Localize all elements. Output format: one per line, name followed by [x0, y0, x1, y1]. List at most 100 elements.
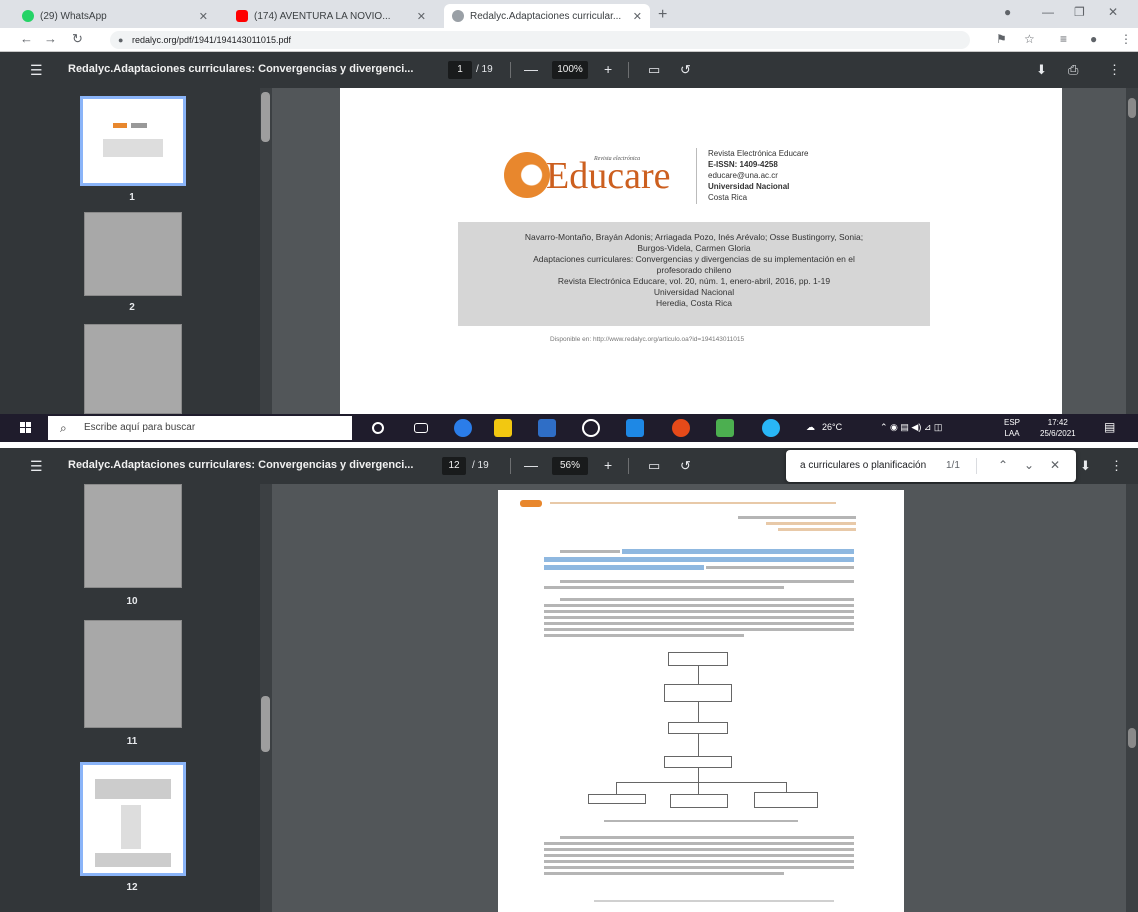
- figure-box: [668, 722, 728, 734]
- back-icon[interactable]: ←: [20, 31, 33, 46]
- viewer-scrollbar[interactable]: [1126, 484, 1138, 912]
- zoom-input[interactable]: 100%: [552, 61, 588, 79]
- zoom-in-button[interactable]: +: [604, 61, 612, 77]
- skype-icon[interactable]: [762, 419, 780, 437]
- language-indicator[interactable]: ESP LAA: [1004, 417, 1020, 439]
- fit-page-icon[interactable]: ▭: [648, 458, 660, 474]
- sidebar-scrollbar[interactable]: [260, 88, 272, 414]
- sidebar-scroll-thumb[interactable]: [261, 92, 270, 142]
- zoom-input[interactable]: 56%: [552, 457, 588, 475]
- tab-whatsapp[interactable]: (29) WhatsApp ✕: [14, 4, 216, 28]
- more-options-icon[interactable]: ⋮: [1108, 62, 1121, 78]
- edge-icon[interactable]: [454, 419, 472, 437]
- menu-icon[interactable]: ☰: [30, 62, 43, 79]
- thumbnail-page-2[interactable]: [84, 212, 182, 296]
- print-icon[interactable]: ⎙: [1068, 62, 1078, 78]
- taskbar-search-input[interactable]: ⌕ Escribe aquí para buscar: [48, 416, 352, 440]
- profile-dot-icon[interactable]: ●: [1004, 5, 1011, 19]
- minimize-icon[interactable]: —: [1042, 5, 1054, 19]
- zoom-in-button[interactable]: +: [604, 457, 612, 473]
- pdf-page-12: [498, 490, 904, 912]
- word-icon[interactable]: [626, 419, 644, 437]
- search-highlight: [544, 557, 854, 562]
- more-icon[interactable]: ⋮: [1120, 32, 1132, 46]
- close-icon[interactable]: ✕: [193, 10, 208, 23]
- redalyc-icon: [452, 10, 464, 22]
- system-tray-icons[interactable]: ⌃ ◉ ▤ ◀) ⊿ ◫: [880, 422, 942, 433]
- lock-icon: ●: [118, 35, 124, 45]
- thumbnail-page-12[interactable]: [80, 762, 186, 876]
- page-number-input[interactable]: 12: [442, 457, 466, 475]
- thumbnail-number: 11: [126, 736, 138, 747]
- tab-label: (174) AVENTURA LA NOVIO...: [254, 10, 391, 22]
- taskbar-search-placeholder: Escribe aquí para buscar: [84, 422, 196, 433]
- star-icon[interactable]: ☆: [1024, 32, 1035, 46]
- tab-redalyc[interactable]: Redalyc.Adaptaciones curricular... ✕: [444, 4, 650, 28]
- find-bar: a curriculares o planificación 1/1 ⌃ ⌄ ✕: [786, 450, 1076, 482]
- clock[interactable]: 17:42 25/6/2021: [1040, 417, 1076, 439]
- sidebar-scrollbar[interactable]: [260, 484, 272, 912]
- task-view-icon[interactable]: [414, 423, 428, 433]
- dropbox-icon[interactable]: [538, 419, 556, 437]
- download-icon[interactable]: ⬇: [1036, 62, 1047, 78]
- toolbar-divider: [628, 458, 629, 474]
- translate-icon[interactable]: ⚑: [996, 32, 1007, 46]
- figure-box: [670, 794, 728, 808]
- logo-wordmark: Educare: [546, 155, 671, 197]
- search-highlight: [544, 565, 704, 570]
- find-next-icon[interactable]: ⌄: [1024, 458, 1034, 472]
- file-explorer-icon[interactable]: [494, 419, 512, 437]
- thumbnail-page-11[interactable]: [84, 620, 182, 728]
- pdf-viewport[interactable]: Revista electrónica Educare Revista Elec…: [272, 88, 1138, 414]
- close-icon[interactable]: ✕: [627, 10, 642, 23]
- thumbnail-page-10[interactable]: [84, 484, 182, 588]
- office-icon[interactable]: [672, 419, 690, 437]
- journal-country: Costa Rica: [708, 193, 748, 202]
- page-number-input[interactable]: 1: [448, 61, 472, 79]
- chrome-icon[interactable]: [582, 419, 600, 437]
- whatsapp-icon: [22, 10, 34, 22]
- rotate-icon[interactable]: ↺: [680, 458, 691, 474]
- viewer-scrollbar[interactable]: [1126, 88, 1138, 414]
- zoom-out-button[interactable]: —: [524, 457, 538, 473]
- url-input[interactable]: ● redalyc.org/pdf/1941/194143011015.pdf: [110, 31, 970, 49]
- viewer-scroll-thumb[interactable]: [1128, 728, 1136, 748]
- windows-taskbar: ⌕ Escribe aquí para buscar ☁ 26°C ⌃ ◉ ▤ …: [0, 414, 1138, 442]
- fit-page-icon[interactable]: ▭: [648, 62, 660, 78]
- thumbnail-page-1[interactable]: [80, 96, 186, 186]
- clock-time: 17:42: [1047, 418, 1068, 427]
- rotate-icon[interactable]: ↺: [680, 62, 691, 78]
- youtube-icon: [236, 10, 248, 22]
- pdf-title: Redalyc.Adaptaciones curriculares: Conve…: [68, 63, 414, 75]
- pdf-viewport[interactable]: [272, 484, 1138, 912]
- viewer-scroll-thumb[interactable]: [1128, 98, 1136, 118]
- weather-icon[interactable]: ☁: [806, 422, 815, 433]
- close-icon[interactable]: ✕: [411, 10, 426, 23]
- weather-temp[interactable]: 26°C: [822, 422, 842, 432]
- forward-icon[interactable]: →: [44, 31, 57, 46]
- find-divider: [976, 458, 977, 474]
- windows-start-icon[interactable]: [20, 422, 32, 434]
- tab-youtube[interactable]: (174) AVENTURA LA NOVIO... ✕: [228, 4, 434, 28]
- reload-icon[interactable]: ↻: [72, 31, 83, 47]
- zoom-out-button[interactable]: —: [524, 61, 538, 77]
- profile-avatar-icon[interactable]: ●: [1090, 32, 1097, 46]
- cortana-icon[interactable]: [372, 422, 384, 434]
- find-input[interactable]: a curriculares o planificación: [800, 460, 926, 471]
- find-close-icon[interactable]: ✕: [1050, 458, 1060, 472]
- more-options-icon[interactable]: ⋮: [1110, 458, 1123, 474]
- thumbnail-page-3[interactable]: [84, 324, 182, 414]
- window-close-icon[interactable]: ✕: [1108, 5, 1118, 19]
- menu-icon[interactable]: ☰: [30, 458, 43, 475]
- extensions-icon[interactable]: ≡: [1060, 32, 1067, 46]
- find-previous-icon[interactable]: ⌃: [998, 458, 1008, 472]
- thumbnail-sidebar: 10 11 12: [0, 484, 272, 912]
- download-icon[interactable]: ⬇: [1080, 458, 1091, 474]
- availability-link[interactable]: Disponible en: http://www.redalyc.org/ar…: [550, 336, 744, 343]
- notifications-icon[interactable]: ▤: [1104, 420, 1115, 434]
- app-icon[interactable]: [716, 419, 734, 437]
- new-tab-button[interactable]: +: [658, 6, 667, 24]
- citation-box: Navarro-Montaño, Brayán Adonis; Arriagad…: [458, 222, 930, 326]
- sidebar-scroll-thumb[interactable]: [261, 696, 270, 752]
- maximize-icon[interactable]: ❐: [1074, 5, 1085, 19]
